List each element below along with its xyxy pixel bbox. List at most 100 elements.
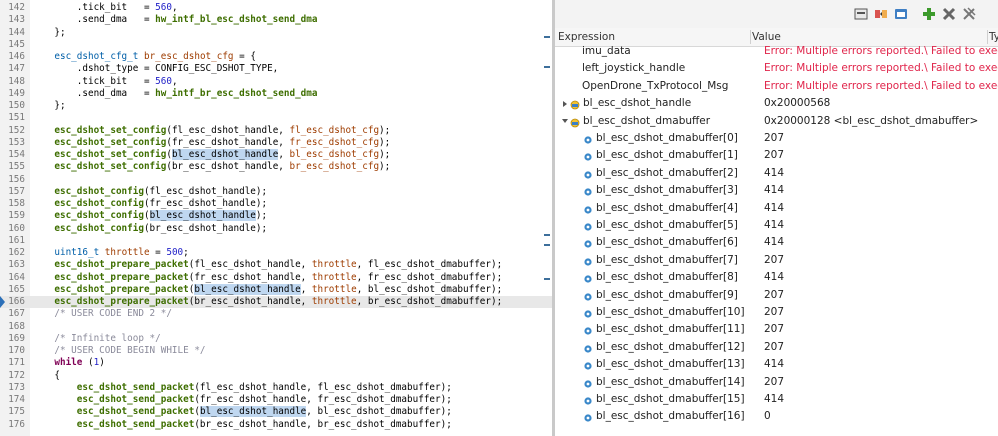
overview-ruler-mark[interactable] [544,66,550,68]
expression-row[interactable]: bl_esc_dshot_dmabuffer[0] 207 [555,130,998,147]
column-expression[interactable]: Expression [558,28,615,46]
code-line[interactable]: 151 [0,112,552,124]
expression-row[interactable]: bl_esc_dshot_dmabuffer[1] 207 [555,147,998,164]
expression-value[interactable]: Error: Multiple errors reported.\ Failed… [764,60,998,77]
column-resize-handle[interactable] [987,30,988,44]
expression-row[interactable]: bl_esc_dshot_dmabuffer[7] 207 [555,252,998,269]
code-line[interactable]: 159 esc_dshot_config(bl_esc_dshot_handle… [0,210,552,222]
code-line[interactable]: 168 [0,321,552,333]
code-line[interactable]: 144 }; [0,27,552,39]
code-line[interactable]: 149 .send_dma = hw_intf_br_esc_dshot_sen… [0,88,552,100]
code-line[interactable]: 172 { [0,370,552,382]
expression-value[interactable]: 207 [764,130,784,147]
expression-value[interactable]: 207 [764,304,784,321]
code-line[interactable]: 152 esc_dshot_set_config(fl_esc_dshot_ha… [0,125,552,137]
column-type[interactable]: Ty [989,28,998,46]
expression-value[interactable]: 0x20000568 [764,95,830,112]
code-line[interactable]: 156 [0,174,552,186]
expression-row[interactable]: bl_esc_dshot_dmabuffer[5] 414 [555,217,998,234]
code-line[interactable]: 170 /* USER CODE BEGIN WHILE */ [0,345,552,357]
add-expression-icon[interactable] [921,6,937,22]
expression-value[interactable]: 207 [764,287,784,304]
expression-value[interactable]: 207 [764,374,784,391]
overview-ruler-mark[interactable] [544,244,550,246]
code-line[interactable]: 171 while (1) [0,357,552,369]
expression-row[interactable]: bl_esc_dshot_dmabuffer[8] 414 [555,269,998,286]
expression-row[interactable]: bl_esc_dshot_dmabuffer[13] 414 [555,356,998,373]
expression-value[interactable]: Error: Multiple errors reported.\ Failed… [764,78,998,95]
expression-value[interactable]: 0x20000128 <bl_esc_dshot_dmabuffer> [764,113,978,130]
expression-row[interactable]: bl_esc_dshot_dmabuffer[16] 0 [555,408,998,425]
expression-row[interactable]: bl_esc_dshot_dmabuffer 0x20000128 <bl_esc… [555,113,998,130]
expression-value[interactable]: 414 [764,200,784,217]
overview-ruler-mark[interactable] [544,278,550,280]
expression-row[interactable]: bl_esc_dshot_dmabuffer[2] 414 [555,165,998,182]
expression-row[interactable]: OpenDrone_TxProtocol_Msg Error: Multiple … [555,78,998,95]
code-line[interactable]: 162 uint16_t throttle = 500; [0,247,552,259]
expression-value[interactable]: 414 [764,165,784,182]
expression-value[interactable]: 414 [764,391,784,408]
code-line[interactable]: 145 [0,39,552,51]
expression-row[interactable]: bl_esc_dshot_dmabuffer[12] 207 [555,339,998,356]
chevron-right-icon[interactable] [560,95,569,112]
chevron-down-icon[interactable] [560,113,569,130]
expression-row[interactable]: bl_esc_dshot_dmabuffer[6] 414 [555,234,998,251]
expression-value[interactable]: 414 [764,356,784,373]
code-editor[interactable]: 142 .tick_bit = 560, 143 .send_dma = hw_i… [0,0,552,436]
code-line[interactable]: 164 esc_dshot_prepare_packet(fr_esc_dsho… [0,272,552,284]
expression-row[interactable]: bl_esc_dshot_dmabuffer[9] 207 [555,287,998,304]
expression-value[interactable]: 207 [764,321,784,338]
code-line[interactable]: 163 esc_dshot_prepare_packet(fl_esc_dsho… [0,259,552,271]
expression-row[interactable]: bl_esc_dshot_handle 0x20000568 [555,95,998,112]
code-line[interactable]: 166 esc_dshot_prepare_packet(br_esc_dsho… [0,296,552,309]
expression-value[interactable]: 0 [764,408,771,425]
expression-row[interactable]: bl_esc_dshot_dmabuffer[15] 414 [555,391,998,408]
code-token: , fr_esc_dshot_dmabuffer); [356,271,503,283]
code-line[interactable]: 143 .send_dma = hw_intf_bl_esc_dshot_sen… [0,14,552,26]
expression-value[interactable]: 207 [764,147,784,164]
expression-row[interactable]: bl_esc_dshot_dmabuffer[11] 207 [555,321,998,338]
code-line[interactable]: 147 .dshot_type = CONFIG_ESC_DSHOT_TYPE, [0,63,552,75]
overview-ruler-mark[interactable] [544,234,550,236]
show-logical-structure-icon[interactable] [893,6,909,22]
expression-row[interactable]: imu_data Error: Multiple errors reported.… [555,46,998,60]
code-line[interactable]: 155 esc_dshot_set_config(br_esc_dshot_ha… [0,161,552,173]
expression-row[interactable]: bl_esc_dshot_dmabuffer[10] 207 [555,304,998,321]
code-line[interactable]: 169 /* Infinite loop */ [0,333,552,345]
code-token: (br_esc_dshot_handle); [143,222,268,234]
show-type-icon[interactable] [873,6,889,22]
column-value[interactable]: Value [752,28,781,46]
code-line[interactable]: 150 }; [0,100,552,112]
collapse-all-icon[interactable] [853,6,869,22]
code-line[interactable]: 157 esc_dshot_config(fl_esc_dshot_handle… [0,186,552,198]
code-line[interactable]: 148 .tick_bit = 560, [0,76,552,88]
expression-row[interactable]: bl_esc_dshot_dmabuffer[4] 414 [555,200,998,217]
expression-row[interactable]: bl_esc_dshot_dmabuffer[3] 414 [555,182,998,199]
code-line[interactable]: 146 esc_dshot_cfg_t br_esc_dshot_cfg = { [0,51,552,63]
code-line[interactable]: 158 esc_dshot_config(fr_esc_dshot_handle… [0,198,552,210]
column-resize-handle[interactable] [750,30,751,44]
expression-value[interactable]: Error: Multiple errors reported.\ Failed… [764,46,998,60]
expression-value[interactable]: 414 [764,234,784,251]
remove-expression-icon[interactable] [941,6,957,22]
code-line[interactable]: 173 esc_dshot_send_packet(fl_esc_dshot_h… [0,382,552,394]
code-line[interactable]: 174 esc_dshot_send_packet(fr_esc_dshot_h… [0,394,552,406]
code-line[interactable]: 154 esc_dshot_set_config(bl_esc_dshot_ha… [0,149,552,161]
code-line[interactable]: 167 /* USER CODE END 2 */ [0,308,552,320]
expression-value[interactable]: 207 [764,339,784,356]
code-line[interactable]: 175 esc_dshot_send_packet(bl_esc_dshot_h… [0,406,552,418]
remove-all-expressions-icon[interactable] [961,6,977,22]
expression-row[interactable]: bl_esc_dshot_dmabuffer[14] 207 [555,374,998,391]
overview-ruler-mark[interactable] [544,36,550,38]
code-line[interactable]: 165 esc_dshot_prepare_packet(bl_esc_dsho… [0,283,552,296]
code-line[interactable]: 176 esc_dshot_send_packet(br_esc_dshot_h… [0,419,552,431]
expression-value[interactable]: 414 [764,182,784,199]
expression-value[interactable]: 414 [764,269,784,286]
code-line[interactable]: 160 esc_dshot_config(br_esc_dshot_handle… [0,223,552,235]
expression-row[interactable]: left_joystick_handle Error: Multiple erro… [555,60,998,77]
code-line[interactable]: 142 .tick_bit = 560, [0,2,552,14]
expression-value[interactable]: 414 [764,217,784,234]
expression-value[interactable]: 207 [764,252,784,269]
code-line[interactable]: 153 esc_dshot_set_config(fr_esc_dshot_ha… [0,137,552,149]
code-line[interactable]: 161 [0,235,552,247]
